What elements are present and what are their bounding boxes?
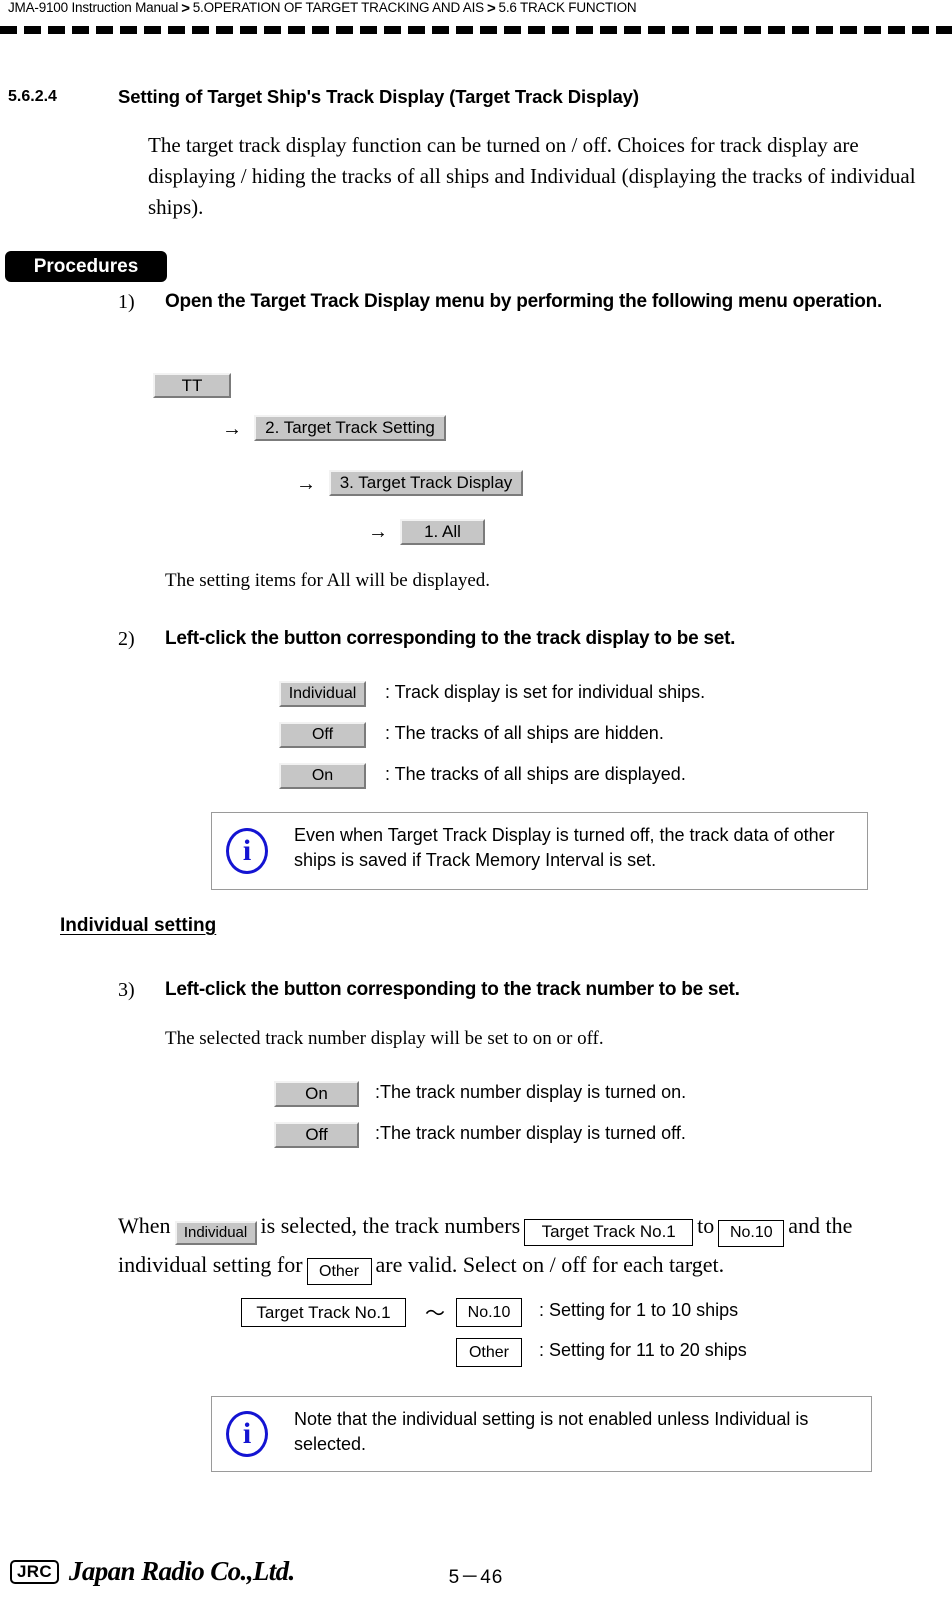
range-box-other[interactable]: Other <box>456 1338 522 1367</box>
track-number-button-on[interactable]: On <box>274 1081 359 1107</box>
menu-arrow-3: → <box>368 521 388 543</box>
when-para-part3: to <box>697 1213 715 1238</box>
range-description-1-to-10: : Setting for 1 to 10 ships <box>539 1300 739 1320</box>
inline-box-no10[interactable]: No.10 <box>718 1219 785 1247</box>
menu-arrow-1: → <box>222 418 242 440</box>
step-3-result-text: The selected track number display will b… <box>165 1028 604 1049</box>
page-number: 5－46 <box>448 1567 504 1588</box>
menu-button-all[interactable]: 1. All <box>400 519 485 545</box>
range-description-11-to-20: : Setting for 11 to 20 ships <box>539 1340 747 1360</box>
option-description-individual: : Track display is set for individual sh… <box>385 682 706 702</box>
menu-arrow-2: → <box>296 473 316 495</box>
track-number-description-off: :The track number display is turned off. <box>375 1123 686 1143</box>
step-1-number: 1) <box>118 291 135 313</box>
option-button-individual[interactable]: Individual <box>279 681 366 707</box>
procedures-banner: Procedures <box>5 251 167 282</box>
track-number-description-on: :The track number display is turned on. <box>375 1082 687 1102</box>
when-para-part1: When <box>118 1213 171 1238</box>
section-number: 5.6.2.4 <box>8 88 57 105</box>
menu-button-target-track-setting[interactable]: 2. Target Track Setting <box>254 415 446 441</box>
inline-button-individual[interactable]: Individual <box>174 1221 257 1245</box>
section-intro-paragraph: The target track display function can be… <box>148 133 916 219</box>
info-note-2: i Note that the individual setting is no… <box>211 1396 872 1472</box>
step-1-result-text: The setting items for All will be displa… <box>165 570 491 591</box>
when-individual-paragraph: When Individual is selected, the track num… <box>118 1208 938 1285</box>
step-2-text: Left-click the button corresponding to t… <box>165 628 736 649</box>
inline-box-other[interactable]: Other <box>306 1258 372 1285</box>
option-button-on[interactable]: On <box>279 763 366 789</box>
menu-button-target-track-display[interactable]: 3. Target Track Display <box>329 470 523 496</box>
header-dashed-divider <box>0 26 952 34</box>
page-title: Setting of Target Ship's Track Display (… <box>118 86 639 107</box>
range-box-no10[interactable]: No.10 <box>456 1298 522 1327</box>
info-note-1-text: Even when Target Track Display is turned… <box>294 825 835 870</box>
breadcrumb-manual: JMA-9100 Instruction Manual <box>8 0 179 15</box>
info-icon: i <box>226 828 268 874</box>
track-number-button-off[interactable]: Off <box>274 1122 359 1148</box>
info-icon: i <box>226 1411 268 1457</box>
step-3-text: Left-click the button corresponding to t… <box>165 979 740 1000</box>
when-para-part2: is selected, the track numbers <box>260 1213 521 1238</box>
breadcrumb-separator-2: > <box>486 0 496 17</box>
option-description-on: : The tracks of all ships are displayed. <box>385 764 686 784</box>
option-button-off[interactable]: Off <box>279 722 366 748</box>
breadcrumb-section: 5.6 TRACK FUNCTION <box>498 0 637 15</box>
range-tilde: ～ <box>425 1303 445 1325</box>
inline-box-target-track-no1[interactable]: Target Track No.1 <box>524 1218 694 1246</box>
step-1-text: Open the Target Track Display menu by pe… <box>165 291 883 312</box>
breadcrumb: JMA-9100 Instruction Manual >5.OPERATION … <box>8 0 944 18</box>
step-2-number: 2) <box>118 628 135 650</box>
step-3-number: 3) <box>118 979 135 1001</box>
breadcrumb-chapter: 5.OPERATION OF TARGET TRACKING AND AIS <box>192 0 484 15</box>
menu-button-tt[interactable]: TT <box>153 373 231 398</box>
info-note-2-text: Note that the individual setting is not … <box>294 1409 809 1454</box>
breadcrumb-separator-1: > <box>181 0 190 17</box>
subsection-heading-individual-setting: Individual setting <box>60 915 217 936</box>
when-para-part5: are valid. Select on / off for each targ… <box>375 1251 725 1277</box>
info-note-1: i Even when Target Track Display is turn… <box>211 812 868 890</box>
range-box-target-track-no1[interactable]: Target Track No.1 <box>241 1298 406 1327</box>
option-description-off: : The tracks of all ships are hidden. <box>385 723 664 743</box>
